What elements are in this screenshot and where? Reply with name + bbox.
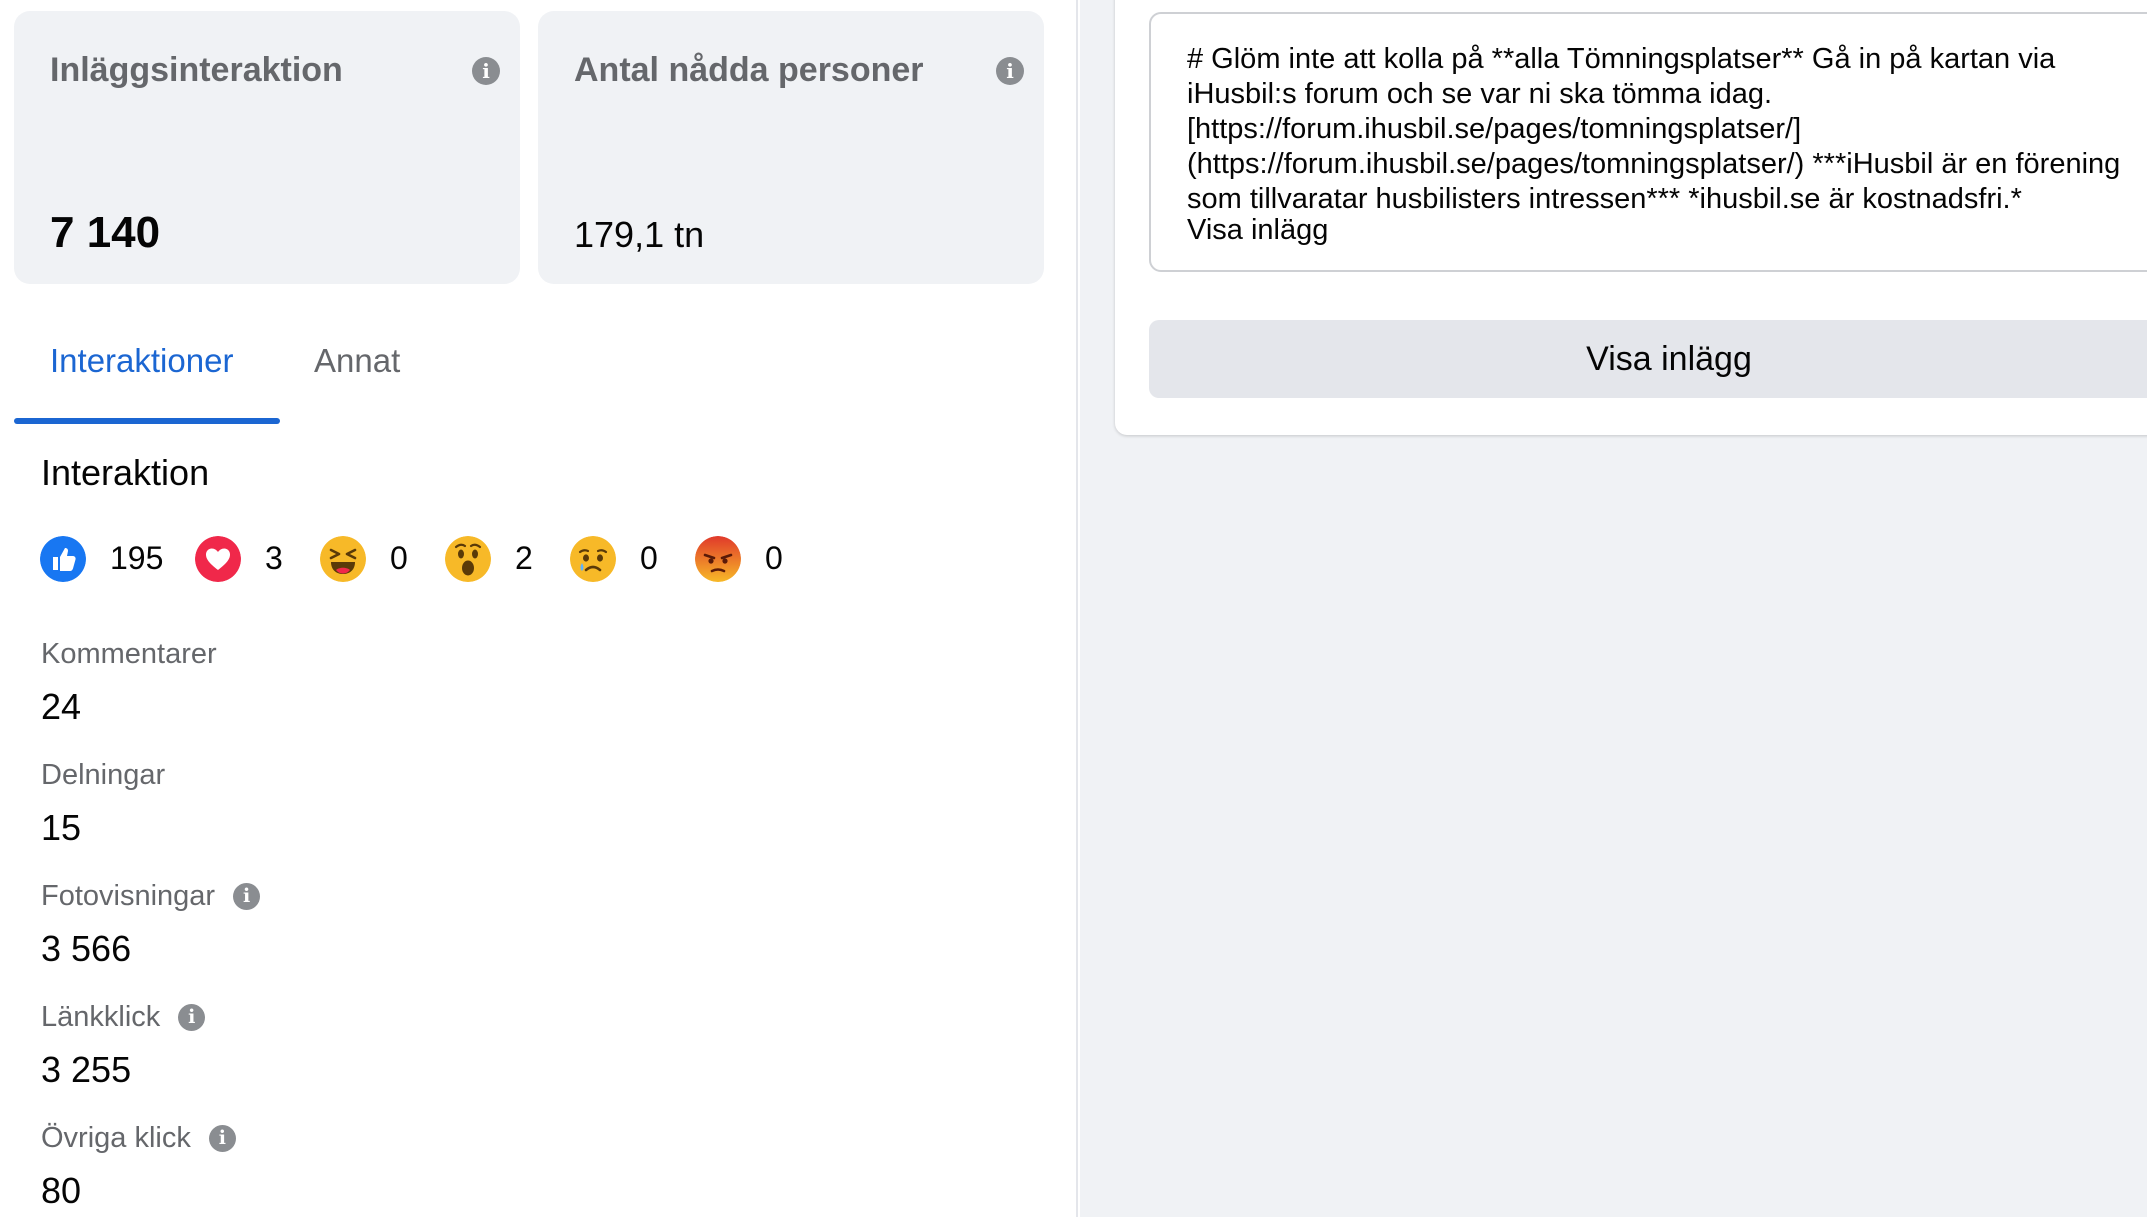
- stat-value: 3 566: [41, 928, 132, 969]
- post-interaction-value: 7 140: [50, 208, 161, 257]
- info-icon[interactable]: i: [996, 57, 1024, 85]
- haha-icon: [320, 536, 366, 582]
- post-preview-box: # Glöm inte att kolla på **alla Tömnings…: [1149, 12, 2147, 272]
- insights-panel: Inläggsinteraktion i 7 140 Antal nådda p…: [0, 0, 1078, 1217]
- stat-label: Länkklick: [41, 1000, 161, 1033]
- tab-annat[interactable]: Annat: [314, 342, 400, 380]
- tab-interaktioner[interactable]: Interaktioner: [50, 342, 233, 380]
- like-icon: [40, 536, 86, 582]
- post-more-link[interactable]: Visa inlägg: [1187, 214, 1328, 247]
- stat-label: Delningar: [41, 758, 166, 791]
- reach-value: 179,1 tn: [574, 214, 705, 255]
- stat-shares: Delningar 15: [41, 755, 165, 849]
- stat-other-clicks: Övriga klick i 80: [41, 1118, 236, 1212]
- stat-value: 15: [41, 807, 82, 848]
- post-interaction-title: Inläggsinteraktion: [50, 51, 343, 89]
- sad-icon: [570, 536, 616, 582]
- view-post-button[interactable]: Visa inlägg: [1149, 320, 2147, 398]
- stat-value: 24: [41, 686, 82, 727]
- reach-title: Antal nådda personer: [574, 51, 924, 89]
- stat-label: Fotovisningar: [41, 879, 216, 912]
- haha-count: 0: [390, 540, 408, 576]
- stat-label: Övriga klick: [41, 1121, 191, 1154]
- section-title: Interaktion: [41, 452, 210, 493]
- info-icon[interactable]: i: [208, 1124, 236, 1152]
- angry-icon: [695, 536, 741, 582]
- wow-icon: [445, 536, 491, 582]
- active-tab-indicator: [14, 418, 280, 424]
- post-card: # Glöm inte att kolla på **alla Tömnings…: [1115, 0, 2147, 435]
- post-interaction-card: Inläggsinteraktion i 7 140: [14, 11, 520, 284]
- angry-count: 0: [765, 540, 783, 576]
- stat-label: Kommentarer: [41, 637, 217, 670]
- stat-value: 3 255: [41, 1049, 132, 1090]
- love-count: 3: [265, 540, 283, 576]
- love-icon: [195, 536, 241, 582]
- reach-card: Antal nådda personer i 179,1 tn: [538, 11, 1044, 284]
- like-count: 195: [110, 540, 164, 576]
- stat-comments: Kommentarer 24: [41, 634, 217, 728]
- stat-photo-views: Fotovisningar i 3 566: [41, 876, 261, 970]
- sad-count: 0: [640, 540, 658, 576]
- stat-value: 80: [41, 1170, 82, 1211]
- info-icon[interactable]: i: [178, 1003, 206, 1031]
- post-text: # Glöm inte att kolla på **alla Tömnings…: [1187, 43, 2121, 215]
- wow-count: 2: [515, 540, 533, 576]
- post-preview-panel: # Glöm inte att kolla på **alla Tömnings…: [1080, 0, 2147, 1217]
- info-icon[interactable]: i: [233, 882, 261, 910]
- stat-link-clicks: Länkklick i 3 255: [41, 997, 206, 1091]
- tab-bar: Interaktioner Annat: [14, 318, 1054, 426]
- info-icon[interactable]: i: [472, 57, 500, 85]
